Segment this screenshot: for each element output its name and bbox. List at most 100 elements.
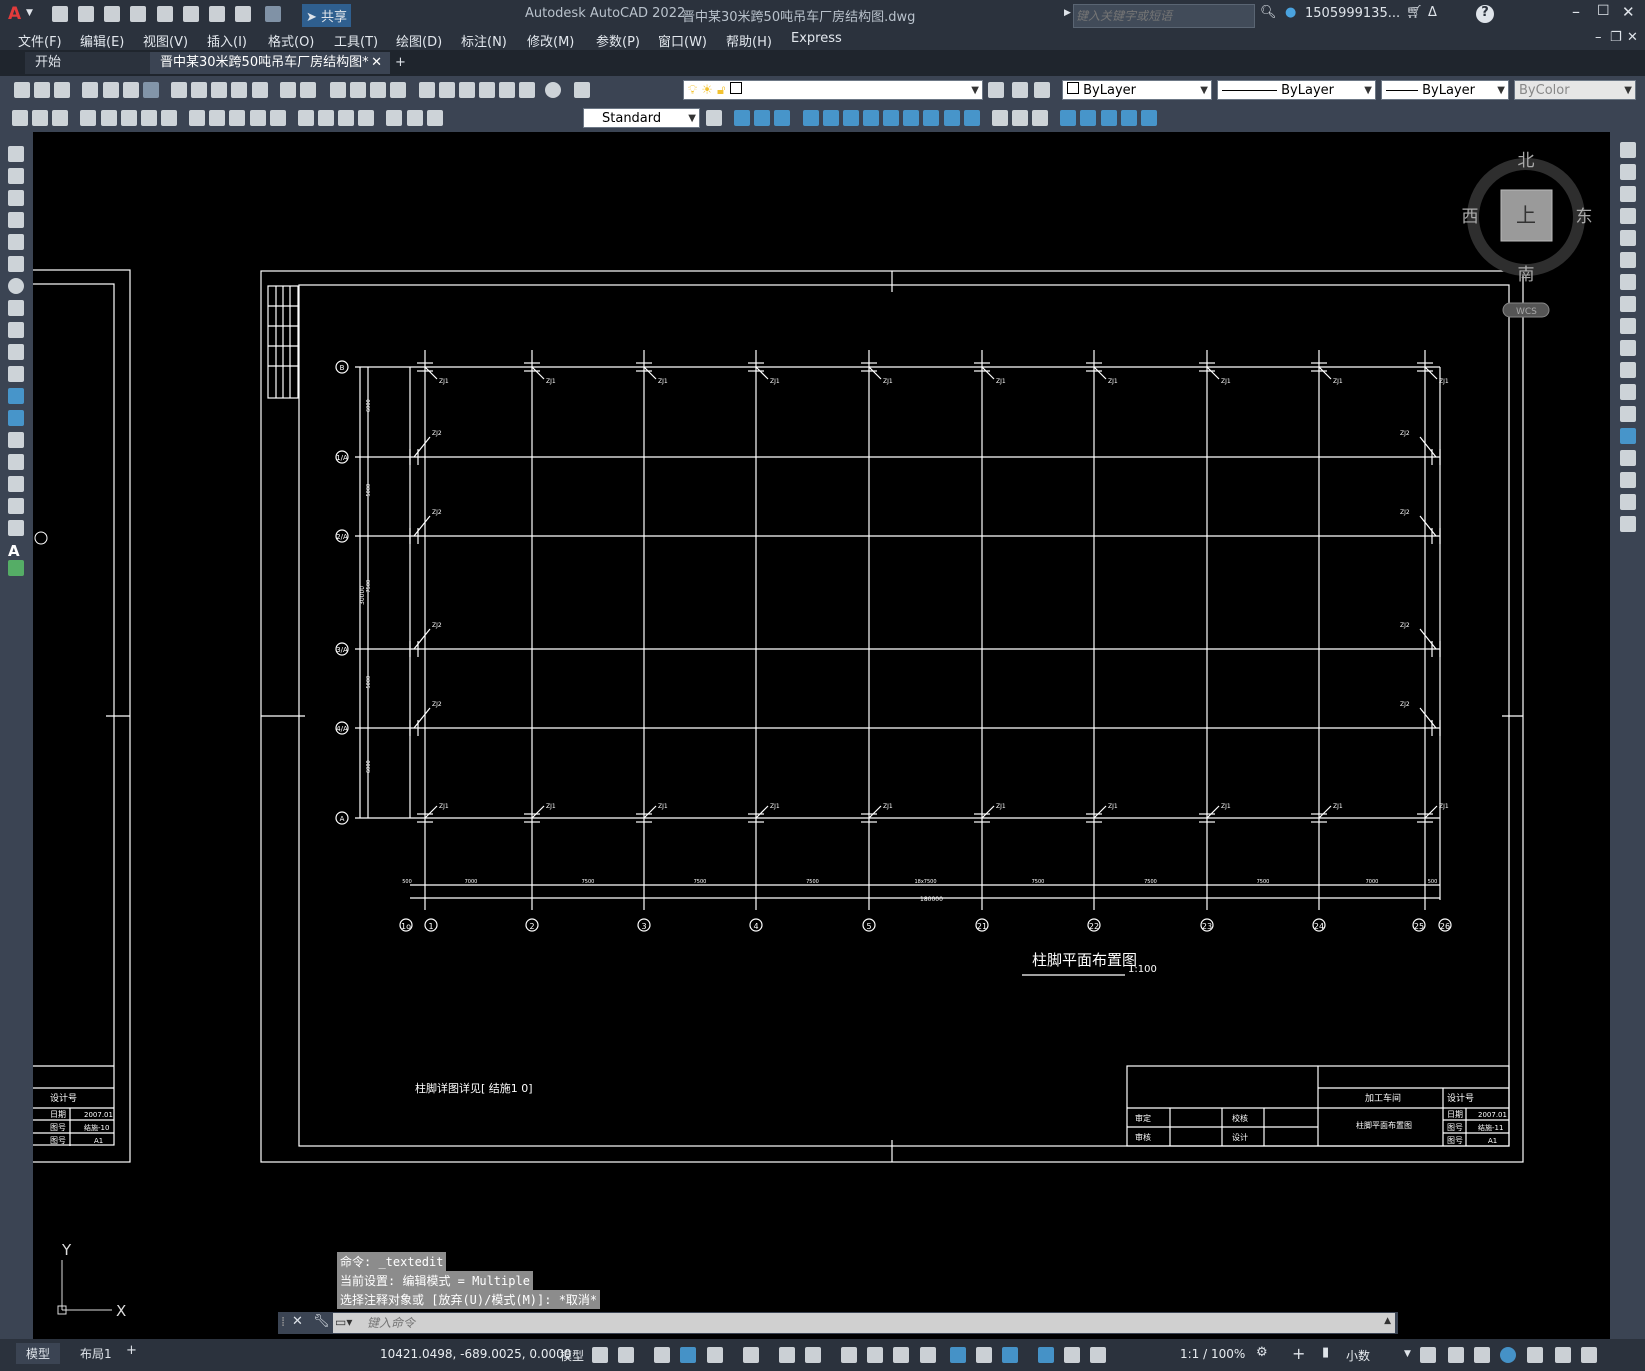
check-icon[interactable]: [1080, 110, 1097, 126]
polyline-icon[interactable]: [8, 190, 24, 206]
jogged-linear-icon[interactable]: [358, 110, 375, 126]
isolate-objects-icon[interactable]: [1474, 1347, 1491, 1363]
cut-icon[interactable]: [170, 82, 187, 98]
redo-icon-2[interactable]: [299, 82, 316, 98]
3dprint-icon[interactable]: [142, 82, 159, 98]
clean-screen-icon[interactable]: [1526, 1347, 1543, 1363]
mirror-icon[interactable]: [1620, 186, 1636, 202]
erase-icon[interactable]: [1620, 142, 1636, 158]
point-icon[interactable]: [8, 432, 24, 448]
viewcube-west[interactable]: 西: [1462, 207, 1479, 227]
line-icon[interactable]: [8, 146, 24, 162]
graphics-performance-icon[interactable]: [1500, 1347, 1517, 1363]
new-tab-button[interactable]: +: [385, 52, 416, 74]
dim-continue-icon[interactable]: [229, 110, 246, 126]
block-editor-icon[interactable]: [251, 82, 268, 98]
calculator-icon[interactable]: [519, 82, 536, 98]
user-icon[interactable]: ●: [1285, 5, 1296, 20]
auto-scale-icon[interactable]: [1064, 1347, 1081, 1363]
menu-view[interactable]: 视图(V): [143, 31, 188, 50]
doc-restore-button[interactable]: ❐: [1610, 30, 1622, 45]
delete-faces-icon[interactable]: [883, 110, 900, 126]
annotation-visibility-icon[interactable]: [1038, 1347, 1055, 1363]
copy-faces-icon[interactable]: [943, 110, 960, 126]
dimstyle-icon[interactable]: [706, 110, 722, 126]
lineweight-icon[interactable]: [841, 1347, 858, 1363]
slice-icon[interactable]: [1100, 110, 1117, 126]
menu-edit[interactable]: 编辑(E): [80, 31, 124, 50]
dim-linear-icon[interactable]: [12, 110, 28, 126]
menu-insert[interactable]: 插入(I): [207, 31, 247, 50]
dim-edit-icon[interactable]: [386, 110, 403, 126]
menu-tools[interactable]: 工具(T): [334, 31, 378, 50]
viewcube-east[interactable]: 东: [1576, 207, 1593, 227]
layer-previous-icon[interactable]: [1012, 82, 1028, 98]
doc-close-button[interactable]: ✕: [1627, 30, 1638, 45]
design-center-icon[interactable]: [438, 82, 455, 98]
cmd-input-box[interactable]: ▭▾ ▲: [333, 1313, 1395, 1333]
dim-jogged-icon[interactable]: [120, 110, 137, 126]
menu-express[interactable]: Express: [791, 31, 842, 46]
dim-radius-icon[interactable]: [100, 110, 117, 126]
gradient-icon[interactable]: [8, 476, 24, 492]
snap-icon[interactable]: [618, 1347, 635, 1363]
layer-properties-icon[interactable]: [573, 82, 590, 98]
publish-icon[interactable]: [122, 82, 139, 98]
save-icon-2[interactable]: [54, 82, 71, 98]
center-mark-icon[interactable]: [317, 110, 334, 126]
extrude-faces-icon[interactable]: [822, 110, 839, 126]
color-dropdown[interactable]: ByLayer ▼: [1062, 80, 1212, 100]
redo-icon[interactable]: [265, 6, 282, 22]
solid-union-icon[interactable]: [754, 110, 771, 126]
add-selected-icon[interactable]: [8, 560, 24, 576]
region-icon[interactable]: [8, 498, 24, 514]
customization-icon[interactable]: [1554, 1347, 1571, 1363]
paste-icon[interactable]: [211, 82, 228, 98]
layer-dropdown[interactable]: 💡︎ ☀ 🔓︎ ▼: [683, 80, 983, 100]
annotation-scale-icon[interactable]: [1090, 1347, 1107, 1363]
trim-icon[interactable]: [1620, 340, 1636, 356]
qnew-icon[interactable]: [14, 82, 30, 98]
undo-icon[interactable]: [234, 6, 251, 22]
dim-space-icon[interactable]: [249, 110, 266, 126]
mtext-icon[interactable]: A: [8, 542, 24, 560]
plot-icon[interactable]: [208, 6, 225, 22]
fillet-icon[interactable]: [1620, 472, 1636, 488]
zoom-window-icon[interactable]: [370, 82, 387, 98]
polar-icon[interactable]: [706, 1347, 723, 1363]
model-space-button[interactable]: 模型: [560, 1347, 584, 1364]
scale-icon[interactable]: [1620, 296, 1636, 312]
help-icon[interactable]: ?: [1476, 5, 1494, 23]
ellipse-icon[interactable]: [8, 344, 24, 360]
table-icon[interactable]: [8, 520, 24, 536]
share-button[interactable]: ➤ 共享: [302, 4, 352, 27]
rectangle-icon[interactable]: [8, 234, 24, 250]
menu-modify[interactable]: 修改(M): [527, 31, 574, 50]
color-faces-icon[interactable]: [963, 110, 980, 126]
copy-icon[interactable]: [191, 82, 208, 98]
insert-block-icon[interactable]: [8, 388, 24, 404]
shell-icon[interactable]: [1060, 110, 1077, 126]
dim-arc-icon[interactable]: [52, 110, 69, 126]
inspect-icon[interactable]: [338, 110, 355, 126]
search-expand-icon[interactable]: ▶: [1064, 8, 1071, 18]
search-icon[interactable]: 🔍︎: [1260, 5, 1277, 20]
new-file-icon[interactable]: [52, 6, 68, 22]
cmd-customize-icon[interactable]: 🔧︎: [313, 1314, 330, 1329]
open-icon[interactable]: [34, 82, 51, 98]
cmd-grip-icon[interactable]: ⁞: [281, 1315, 285, 1330]
tab-layout1[interactable]: 布局1: [72, 1343, 120, 1364]
fullscreen-icon[interactable]: [1580, 1347, 1597, 1363]
add-layout-button[interactable]: +: [126, 1343, 137, 1358]
menu-window[interactable]: 窗口(W): [658, 31, 707, 50]
interfere-icon[interactable]: [1140, 110, 1157, 126]
search-input[interactable]: [1073, 4, 1255, 28]
break-icon[interactable]: [1620, 406, 1636, 422]
zoom-previous-icon[interactable]: [390, 82, 407, 98]
cmd-history-toggle-icon[interactable]: ▲: [1384, 1316, 1391, 1326]
otrack-icon[interactable]: [778, 1347, 795, 1363]
lock-ui-icon[interactable]: [1448, 1347, 1465, 1363]
isodraft-icon[interactable]: [742, 1347, 759, 1363]
lineweight-dropdown[interactable]: ByLayer ▼: [1381, 80, 1509, 100]
3dosnap-icon[interactable]: [919, 1347, 936, 1363]
